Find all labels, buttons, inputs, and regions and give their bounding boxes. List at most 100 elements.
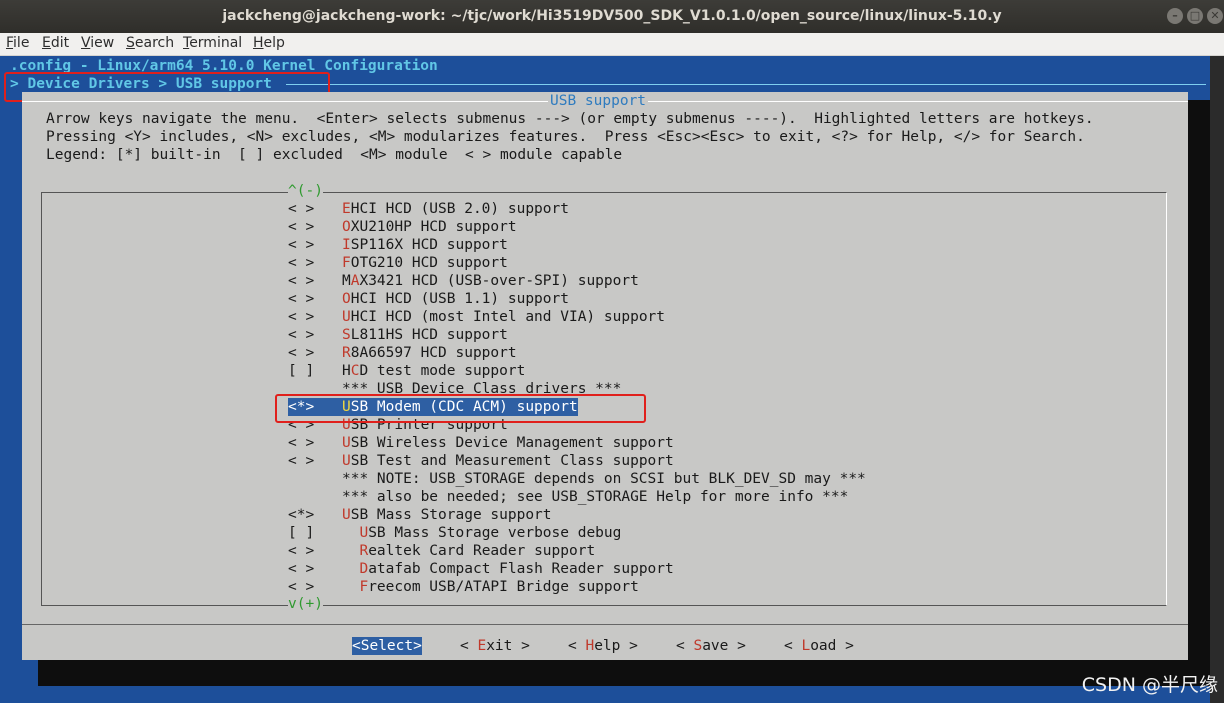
annotation-box-selected-item <box>275 394 646 423</box>
menu-edit[interactable]: Edit <box>42 35 69 51</box>
header-rule <box>286 84 1206 85</box>
menu-item[interactable]: < > R8A66597 HCD support <box>288 344 517 362</box>
item-label: SB Test and Measurement Class support <box>350 453 674 469</box>
help-button[interactable]: < Help > <box>568 637 638 655</box>
menu-item[interactable]: < > SL811HS HCD support <box>288 326 508 344</box>
item-label: HCI HCD (most Intel and VIA) support <box>350 309 666 325</box>
menu-file[interactable]: File <box>6 35 29 51</box>
item-label: 8A66597 HCD support <box>350 345 517 361</box>
item-state: < > <box>288 237 315 253</box>
maximize-icon[interactable]: □ <box>1187 8 1203 24</box>
help-text-line: Arrow keys navigate the menu. <Enter> se… <box>46 111 1094 127</box>
item-label: XU210HP HCD support <box>350 219 517 235</box>
item-label: HCI HCD (USB 2.0) support <box>350 201 569 217</box>
help-text-line: Legend: [*] built-in [ ] excluded <M> mo… <box>46 147 623 163</box>
item-label: SB Mass Storage verbose debug <box>368 525 622 541</box>
button-bar-divider <box>22 624 1188 625</box>
item-hotkey: I <box>342 237 351 253</box>
item-hotkey: U <box>342 507 351 523</box>
item-indent <box>342 561 359 577</box>
item-indent <box>342 525 359 541</box>
item-label: L811HS HCD support <box>350 327 508 343</box>
menu-item[interactable]: < > OHCI HCD (USB 1.1) support <box>288 290 569 308</box>
menu-item[interactable]: [ ] HCD test mode support <box>288 362 525 380</box>
usb-support-dialog: USB support Arrow keys navigate the menu… <box>22 92 1188 660</box>
item-state: < > <box>288 273 315 289</box>
item-hotkey: U <box>342 453 351 469</box>
item-label: X3421 HCD (USB-over-SPI) support <box>359 273 639 289</box>
item-indent <box>342 543 359 559</box>
item-label: SB Wireless Device Management support <box>350 435 674 451</box>
item-state: < > <box>288 201 315 217</box>
item-state: < > <box>288 345 315 361</box>
item-prefix: H <box>342 363 351 379</box>
help-text-line: Pressing <Y> includes, <N> excludes, <M>… <box>46 129 1085 145</box>
menu-item[interactable]: < > EHCI HCD (USB 2.0) support <box>288 200 569 218</box>
save-button[interactable]: < Save > <box>676 637 746 655</box>
terminal-scrollbar[interactable] <box>1210 56 1224 703</box>
window-title: jackcheng@jackcheng-work: ~/tjc/work/Hi3… <box>222 8 1002 24</box>
item-hotkey: E <box>342 201 351 217</box>
item-state: < > <box>288 309 315 325</box>
menu-search[interactable]: Search <box>126 35 174 51</box>
scroll-down-indicator[interactable]: v(+) <box>288 595 323 613</box>
menu-item[interactable]: < > Freecom USB/ATAPI Bridge support <box>288 578 639 596</box>
menu-item[interactable]: < > OXU210HP HCD support <box>288 218 517 236</box>
item-hotkey: R <box>359 543 369 559</box>
exit-button[interactable]: < Exit > <box>460 637 530 655</box>
item-label: SP116X HCD support <box>350 237 508 253</box>
watermark: CSDN @半尺缘 <box>1081 674 1218 696</box>
item-state: <*> <box>288 507 315 523</box>
item-state: < > <box>288 327 315 343</box>
menu-item: *** also be needed; see USB_STORAGE Help… <box>288 488 848 506</box>
item-label: HCI HCD (USB 1.1) support <box>350 291 569 307</box>
item-hotkey: U <box>342 309 351 325</box>
item-state: < > <box>288 453 315 469</box>
dialog-title: USB support <box>548 92 649 110</box>
menu-item[interactable]: < > USB Test and Measurement Class suppor… <box>288 452 674 470</box>
menu-item[interactable]: < > ISP116X HCD support <box>288 236 508 254</box>
item-state: < > <box>288 561 315 577</box>
item-hotkey: F <box>359 579 369 595</box>
item-label: reecom USB/ATAPI Bridge support <box>368 579 639 595</box>
terminal-area[interactable]: .config - Linux/arm64 5.10.0 Kernel Conf… <box>0 56 1210 703</box>
window-titlebar[interactable]: jackcheng@jackcheng-work: ~/tjc/work/Hi3… <box>0 0 1224 33</box>
item-hotkey: U <box>342 435 351 451</box>
item-state: < > <box>288 435 315 451</box>
item-hotkey: R <box>342 345 351 361</box>
item-label: OTG210 HCD support <box>350 255 508 271</box>
item-hotkey: U <box>359 525 369 541</box>
menu-item[interactable]: < > MAX3421 HCD (USB-over-SPI) support <box>288 272 639 290</box>
select-button[interactable]: <Select> <box>352 637 422 655</box>
item-hotkey: F <box>342 255 351 271</box>
menu-item[interactable]: < > USB Wireless Device Management suppor… <box>288 434 674 452</box>
menu-item[interactable]: < > Realtek Card Reader support <box>288 542 595 560</box>
menu-terminal[interactable]: Terminal <box>183 35 242 51</box>
item-state: < > <box>288 219 315 235</box>
menu-item[interactable]: < > Datafab Compact Flash Reader support <box>288 560 674 578</box>
close-icon[interactable]: ✕ <box>1207 8 1223 24</box>
item-label: atafab Compact Flash Reader support <box>368 561 674 577</box>
menu-item[interactable]: < > FOTG210 HCD support <box>288 254 508 272</box>
menu-item[interactable]: <*> USB Mass Storage support <box>288 506 552 524</box>
item-prefix: M <box>342 273 351 289</box>
item-state: < > <box>288 291 315 307</box>
scroll-up-indicator[interactable]: ^(-) <box>288 182 323 200</box>
menu-item[interactable]: < > UHCI HCD (most Intel and VIA) support <box>288 308 665 326</box>
item-state: < > <box>288 579 315 595</box>
load-button[interactable]: < Load > <box>784 637 854 655</box>
item-hotkey: O <box>342 219 351 235</box>
terminal-menubar: File Edit View Search Terminal Help <box>0 33 1224 56</box>
item-hotkey: D <box>359 561 369 577</box>
item-state: < > <box>288 255 315 271</box>
item-state: [ ] <box>288 363 315 379</box>
item-label: *** NOTE: USB_STORAGE depends on SCSI bu… <box>342 471 866 487</box>
menu-help[interactable]: Help <box>253 35 285 51</box>
minimize-icon[interactable]: – <box>1167 8 1183 24</box>
menu-item[interactable]: [ ] USB Mass Storage verbose debug <box>288 524 621 542</box>
item-state: < > <box>288 543 315 559</box>
item-label: SB Mass Storage support <box>350 507 552 523</box>
item-hotkey: O <box>342 291 351 307</box>
menu-view[interactable]: View <box>81 35 114 51</box>
item-indent <box>342 579 359 595</box>
